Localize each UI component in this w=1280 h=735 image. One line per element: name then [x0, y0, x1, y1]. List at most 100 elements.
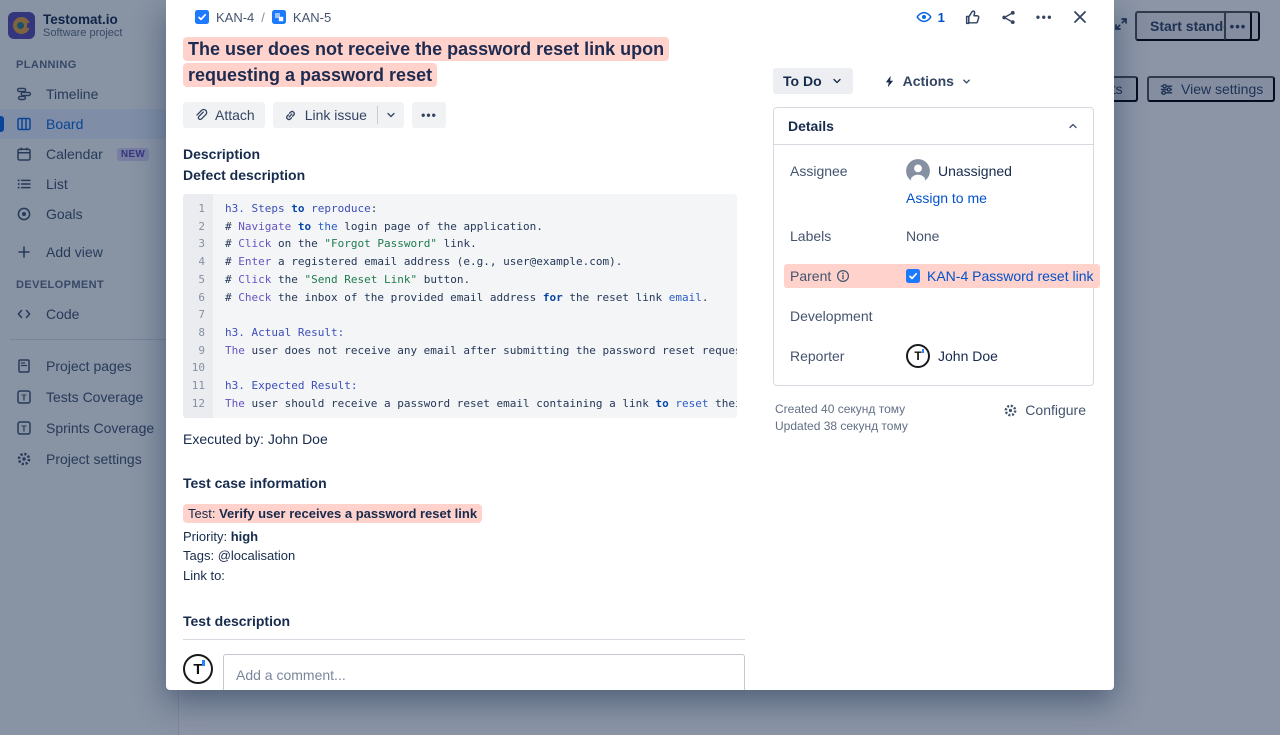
chevron-down-icon — [385, 109, 397, 121]
like-button[interactable] — [964, 9, 981, 26]
description-heading: Description — [183, 144, 745, 165]
line-number: 6 — [183, 289, 213, 307]
code-text — [213, 306, 737, 324]
issue-more-button[interactable]: ••• — [1036, 10, 1053, 24]
toolbar-more-button[interactable]: ••• — [412, 102, 446, 128]
attach-label: Attach — [215, 107, 255, 123]
parent-issue-link[interactable]: KAN-4 Password reset link — [906, 268, 1094, 284]
labels-value: None — [906, 228, 939, 244]
updated-timestamp: Updated 38 секунд тому — [775, 418, 908, 435]
avatar: T — [183, 654, 213, 684]
code-line: 10 — [183, 359, 737, 377]
code-text: # Click the "Send Reset Link" button. — [213, 271, 737, 289]
link-icon — [283, 108, 298, 123]
code-line: 2# Navigate to the login page of the app… — [183, 218, 737, 236]
link-issue-group: Link issue — [273, 102, 404, 128]
code-line: 6# Check the inbox of the provided email… — [183, 289, 737, 307]
configure-label: Configure — [1025, 402, 1086, 418]
assignee-row: Assignee Unassigned — [790, 159, 1079, 183]
breadcrumb-parent-link[interactable]: KAN-4 — [216, 10, 254, 25]
defect-description-heading: Defect description — [183, 165, 745, 186]
test-description-heading: Test description — [183, 611, 745, 640]
code-line: 11h3. Expected Result: — [183, 377, 737, 395]
labels-row: Labels None — [790, 224, 1079, 248]
priority-value: high — [231, 529, 258, 544]
attach-button[interactable]: Attach — [183, 102, 265, 128]
link-issue-button[interactable]: Link issue — [273, 102, 377, 128]
line-number: 3 — [183, 235, 213, 253]
details-heading: Details — [788, 118, 834, 134]
tags-row: Tags: @localisation — [183, 547, 745, 566]
unassigned-avatar-icon — [906, 159, 930, 183]
app-root: Testomat.io Software project PLANNINGTim… — [0, 0, 1280, 735]
details-panel: Details Assignee Unassigned Assign to me — [773, 107, 1094, 386]
eye-icon — [915, 9, 933, 25]
paperclip-icon — [193, 108, 208, 123]
line-number: 2 — [183, 218, 213, 236]
test-case-info: Test: Verify user receives a password re… — [183, 505, 745, 585]
code-text — [213, 359, 737, 377]
line-number: 5 — [183, 271, 213, 289]
close-icon[interactable] — [1072, 9, 1088, 25]
issue-title[interactable]: The user does not receive the password r… — [183, 36, 751, 88]
code-text: The user should receive a password reset… — [213, 395, 737, 413]
code-line: 5# Click the "Send Reset Link" button. — [183, 271, 737, 289]
reporter-row: Reporter T John Doe — [790, 344, 1079, 368]
code-line: 3# Click on the "Forgot Password" link. — [183, 235, 737, 253]
code-line: 12The user should receive a password res… — [183, 395, 737, 413]
parent-row: Parent KAN-4 Password reset link — [784, 264, 1100, 288]
created-timestamp: Created 40 секунд тому — [775, 401, 908, 418]
tags-value: @localisation — [218, 548, 296, 563]
breadcrumb-separator: / — [261, 10, 265, 25]
test-name: Verify user receives a password reset li… — [219, 506, 477, 521]
code-text: The user does not receive any email afte… — [213, 342, 737, 360]
code-block: 1h3. Steps to reproduce:2# Navigate to t… — [183, 194, 737, 418]
line-number: 7 — [183, 306, 213, 324]
code-text: # Navigate to the login page of the appl… — [213, 218, 737, 236]
line-number: 11 — [183, 377, 213, 395]
code-text: h3. Actual Result: — [213, 324, 737, 342]
task-type-icon — [195, 10, 209, 24]
code-text: # Click on the "Forgot Password" link. — [213, 235, 737, 253]
watcher-count: 1 — [938, 10, 945, 25]
code-line: 9The user does not receive any email aft… — [183, 342, 737, 360]
link-issue-dropdown[interactable] — [378, 102, 404, 128]
thumbs-up-icon — [964, 9, 981, 26]
development-label: Development — [790, 308, 906, 324]
status-dropdown[interactable]: To Do — [773, 68, 853, 94]
issue-toolbar: Attach Link issue ••• — [183, 102, 745, 128]
test-case-info-heading: Test case information — [183, 473, 745, 494]
line-number: 1 — [183, 200, 213, 218]
development-row: Development — [790, 304, 1079, 328]
code-line: 8h3. Actual Result: — [183, 324, 737, 342]
test-name-row: Test: Verify user receives a password re… — [183, 505, 745, 524]
comment-section: T Add a comment... Looks good!Need help?… — [183, 654, 745, 690]
reporter-label: Reporter — [790, 348, 906, 364]
issue-side-panel: To Do Actions Details — [773, 68, 1096, 435]
comment-input[interactable]: Add a comment... — [236, 667, 732, 683]
reporter-value: John Doe — [938, 348, 998, 364]
watchers[interactable]: 1 — [915, 9, 945, 25]
share-button[interactable] — [1000, 9, 1017, 26]
code-text: h3. Expected Result: — [213, 377, 737, 395]
line-number: 8 — [183, 324, 213, 342]
breadcrumb-current-link[interactable]: KAN-5 — [293, 10, 331, 25]
status-label: To Do — [783, 73, 822, 89]
line-number: 12 — [183, 395, 213, 413]
configure-button[interactable]: Configure — [997, 401, 1092, 419]
reporter-avatar: T — [906, 344, 930, 368]
code-line: 1h3. Steps to reproduce: — [183, 200, 737, 218]
details-header[interactable]: Details — [774, 108, 1093, 145]
actions-dropdown[interactable]: Actions — [877, 72, 978, 90]
actions-label: Actions — [903, 73, 954, 89]
code-line: 4# Enter a registered email address (e.g… — [183, 253, 737, 271]
gear-icon — [1003, 403, 1018, 418]
line-number: 10 — [183, 359, 213, 377]
code-text: # Check the inbox of the provided email … — [213, 289, 737, 307]
executed-by: Executed by: John Doe — [183, 431, 745, 447]
chevron-up-icon — [1067, 120, 1079, 132]
comment-box[interactable]: Add a comment... Looks good!Need help?Th… — [223, 654, 745, 690]
priority-row: Priority: high — [183, 528, 745, 547]
share-icon — [1000, 9, 1017, 26]
assign-to-me-link[interactable]: Assign to me — [906, 190, 987, 206]
